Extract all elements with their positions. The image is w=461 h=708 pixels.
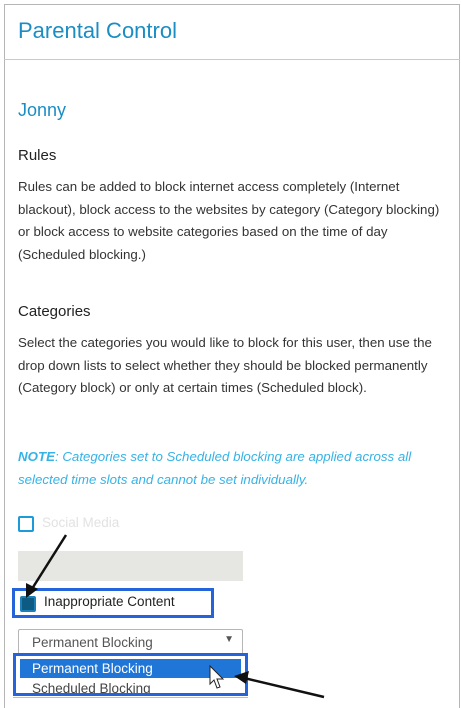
annotation-overlay <box>26 534 325 699</box>
mouse-cursor-icon <box>209 664 225 689</box>
annotation-arrow-dropdown <box>234 671 325 699</box>
annotation-arrow-checkbox <box>26 534 68 598</box>
